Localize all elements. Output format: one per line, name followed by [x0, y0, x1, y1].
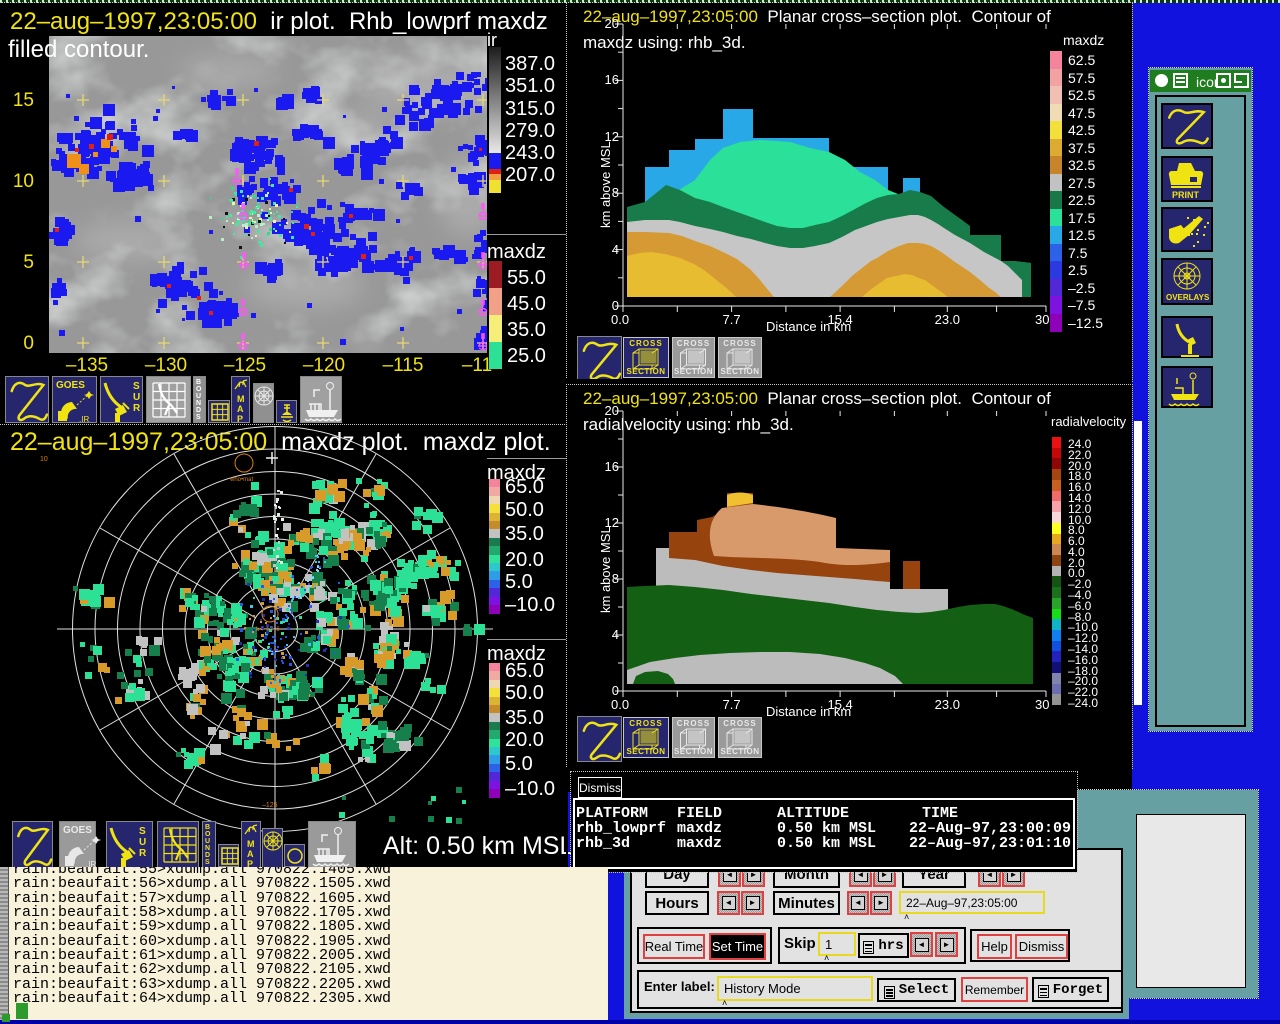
- svg-text:OVERLAYS: OVERLAYS: [1166, 293, 1210, 302]
- svg-text:A: A: [237, 404, 244, 414]
- svg-text:R: R: [139, 848, 147, 859]
- svg-text:U: U: [139, 837, 146, 848]
- svg-text:–125: –125: [262, 802, 278, 809]
- svg-text:10: 10: [40, 456, 48, 463]
- svg-text:who•mat: who•mat: [229, 477, 253, 483]
- svg-text:P: P: [237, 414, 243, 424]
- svg-text:GOES: GOES: [56, 380, 85, 391]
- svg-text:S: S: [133, 381, 140, 392]
- svg-text:M: M: [247, 839, 255, 849]
- svg-text:M: M: [237, 394, 245, 404]
- svg-text:A: A: [247, 849, 254, 859]
- svg-text:GOES: GOES: [63, 825, 92, 836]
- svg-text:R: R: [133, 403, 141, 414]
- svg-text:.IR: .IR: [79, 415, 89, 424]
- svg-text:S: S: [139, 826, 146, 837]
- svg-text:b<–12–6: b<–12–6: [256, 627, 280, 633]
- svg-text:U: U: [133, 392, 140, 403]
- svg-text:PRINT: PRINT: [1172, 190, 1200, 200]
